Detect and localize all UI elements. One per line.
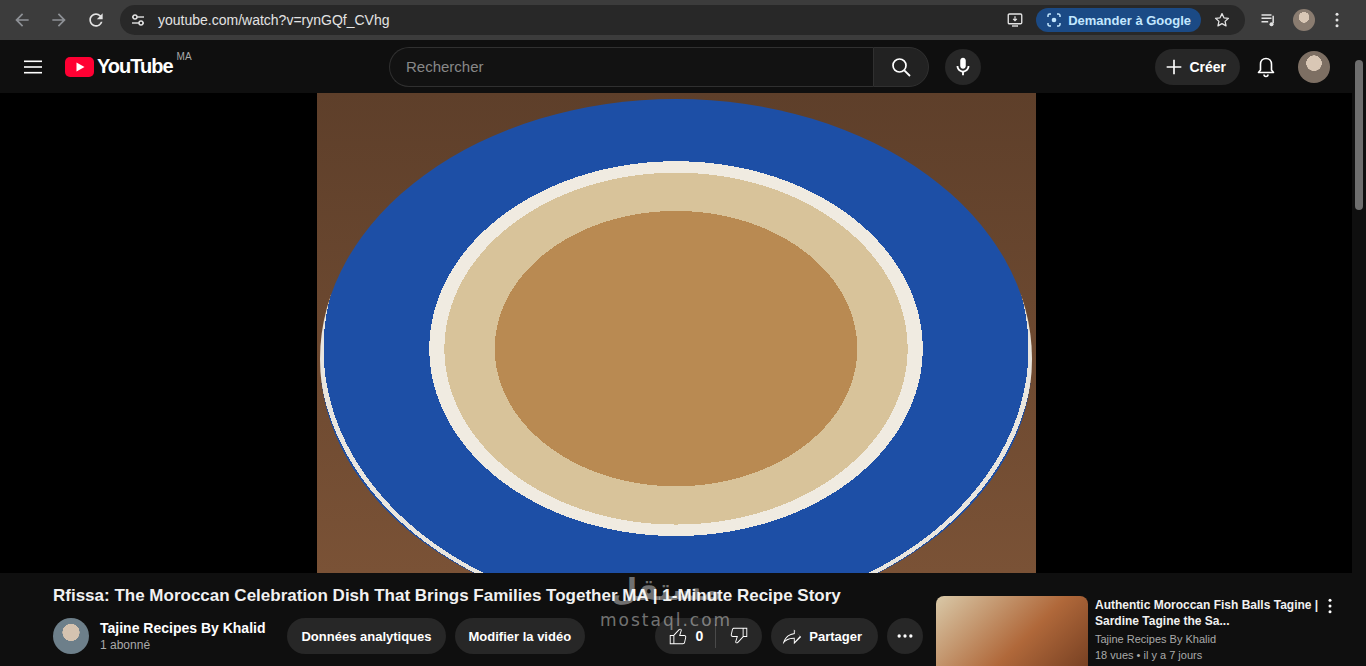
- youtube-wordmark: YouTube: [97, 55, 173, 78]
- microphone-icon: [952, 56, 974, 78]
- share-label: Partager: [809, 629, 862, 644]
- forward-button[interactable]: [45, 6, 73, 34]
- video-details: Rfissa: The Moroccan Celebration Dish Th…: [53, 573, 923, 666]
- channel-info: Tajine Recipes By Khalid 1 abonné: [100, 620, 265, 652]
- search-form: Rechercher: [389, 47, 981, 87]
- site-settings-icon[interactable]: [130, 12, 146, 28]
- guide-button[interactable]: [13, 47, 53, 87]
- video-title: Rfissa: The Moroccan Celebration Dish Th…: [53, 585, 923, 607]
- owner-actions: Données analytiques Modifier la vidéo: [287, 618, 585, 654]
- browser-menu-icon[interactable]: [1327, 10, 1347, 30]
- video-player[interactable]: [0, 93, 1352, 573]
- create-label: Créer: [1189, 59, 1226, 75]
- ask-google-button[interactable]: Demander à Google: [1036, 8, 1201, 32]
- share-button[interactable]: Partager: [771, 618, 878, 654]
- voice-search-button[interactable]: [945, 49, 981, 85]
- ask-google-label: Demander à Google: [1068, 13, 1191, 28]
- hamburger-icon: [21, 55, 45, 79]
- watermark: مستقلmostaql.com: [600, 570, 732, 630]
- reload-icon: [86, 10, 106, 30]
- thumbs-up-icon: [667, 625, 689, 647]
- search-input[interactable]: Rechercher: [389, 47, 873, 87]
- recommended-title[interactable]: Authentic Moroccan Fish Balls Tagine | S…: [1095, 597, 1320, 629]
- address-bar[interactable]: youtube.com/watch?v=rynGQf_CVhg Demander …: [120, 5, 1245, 35]
- page-scrollbar[interactable]: [1352, 40, 1366, 666]
- below-player: Rfissa: The Moroccan Celebration Dish Th…: [0, 573, 1352, 666]
- recommended-channel[interactable]: Tajine Recipes By Khalid: [1095, 632, 1320, 646]
- notifications-button[interactable]: [1246, 47, 1286, 87]
- media-controls-icon[interactable]: [1259, 10, 1279, 30]
- bookmark-star-icon[interactable]: [1213, 11, 1231, 29]
- youtube-page: YouTube MA Rechercher Créer Rfissa: The Moro…: [0, 40, 1352, 666]
- search-placeholder: Rechercher: [406, 58, 484, 75]
- google-lens-icon: [1046, 12, 1062, 28]
- search-button[interactable]: [873, 47, 929, 87]
- youtube-logo[interactable]: YouTubeMA: [65, 55, 192, 78]
- recommended-info: Authentic Moroccan Fish Balls Tagine | S…: [1095, 596, 1320, 662]
- browser-toolbar: youtube.com/watch?v=rynGQf_CVhg Demander …: [0, 0, 1366, 40]
- youtube-header: YouTube MA Rechercher Créer: [0, 40, 1352, 93]
- header-left: YouTube MA: [13, 47, 389, 87]
- channel-name[interactable]: Tajine Recipes By Khalid: [100, 620, 265, 636]
- watermark-arabic: مستقل: [611, 570, 721, 610]
- account-avatar[interactable]: [1298, 51, 1330, 83]
- search-icon: [889, 55, 913, 79]
- plus-icon: [1163, 56, 1185, 78]
- like-count: 0: [695, 628, 703, 644]
- video-frame: [317, 93, 1036, 573]
- forward-arrow-icon: [49, 10, 69, 30]
- youtube-play-icon: [65, 57, 94, 77]
- like-dislike-group: 0: [655, 618, 762, 654]
- back-button[interactable]: [8, 6, 36, 34]
- scrollbar-thumb[interactable]: [1355, 60, 1363, 210]
- dislike-button[interactable]: [716, 618, 762, 654]
- owner-action-button[interactable]: Modifier la vidéo: [455, 618, 586, 654]
- share-arrow-icon: [781, 625, 803, 647]
- channel-avatar[interactable]: [53, 618, 89, 654]
- header-right: Créer: [1155, 47, 1352, 87]
- browser-profile-avatar[interactable]: [1293, 9, 1315, 31]
- country-code: MA: [177, 51, 192, 62]
- recommended-meta: 18 vues • il y a 7 jours: [1095, 648, 1320, 662]
- bell-icon: [1254, 55, 1278, 79]
- vertical-dots-icon[interactable]: [1322, 596, 1338, 616]
- address-bar-actions: Demander à Google: [1006, 8, 1231, 32]
- create-button[interactable]: Créer: [1155, 49, 1240, 85]
- page-viewport: YouTube MA Rechercher Créer Rfissa: The Moro…: [0, 40, 1366, 666]
- thumbs-down-icon: [728, 625, 750, 647]
- reload-button[interactable]: [82, 6, 110, 34]
- watermark-latin: mostaql.com: [600, 610, 732, 630]
- like-button[interactable]: 0: [655, 618, 715, 654]
- recommended-thumbnail[interactable]: [936, 596, 1088, 666]
- install-app-icon[interactable]: [1006, 11, 1024, 29]
- more-actions-button[interactable]: [887, 618, 923, 654]
- more-dots-icon: [895, 626, 915, 646]
- recommendations: Authentic Moroccan Fish Balls Tagine | S…: [936, 596, 1338, 666]
- plate-picture: [320, 99, 1032, 573]
- video-actions: 0 Partager: [655, 618, 923, 654]
- back-arrow-icon: [12, 10, 32, 30]
- subscriber-count: 1 abonné: [100, 638, 265, 652]
- recommended-video[interactable]: Authentic Moroccan Fish Balls Tagine | S…: [936, 596, 1338, 666]
- url-text[interactable]: youtube.com/watch?v=rynGQf_CVhg: [158, 12, 390, 28]
- browser-window: youtube.com/watch?v=rynGQf_CVhg Demander …: [0, 0, 1366, 666]
- owner-action-button[interactable]: Données analytiques: [287, 618, 445, 654]
- owner-row: Tajine Recipes By Khalid 1 abonné Données …: [53, 618, 923, 654]
